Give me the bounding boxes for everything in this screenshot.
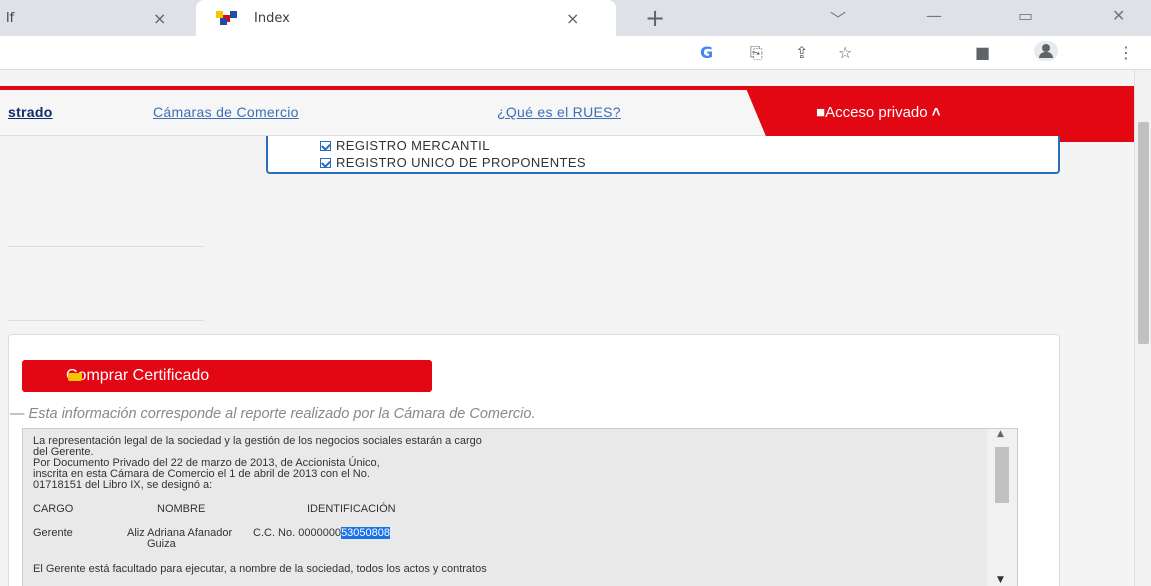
table-cell: Guiza [147, 538, 176, 550]
text-line: 01718151 del Libro IX, se designó a: [33, 479, 213, 491]
checkbox-icon[interactable] [320, 141, 331, 151]
textarea-scroll-thumb[interactable] [995, 447, 1009, 503]
divider [8, 320, 204, 321]
chevron-up-icon: ˄ [931, 104, 941, 121]
menu-icon[interactable]: ⋮ [1118, 43, 1134, 62]
column-header: CARGO [33, 503, 74, 515]
bookmark-star-icon[interactable]: ☆ [838, 43, 852, 62]
web-page: strado Cámaras de Comercio ¿Qué es el RU… [0, 70, 1134, 586]
translate-icon[interactable]: ⎘ [750, 43, 763, 63]
selected-text: 53050808 [341, 527, 391, 539]
certificate-text-area[interactable]: La representación legal de la sociedad y… [22, 428, 1018, 586]
buy-certificate-button[interactable]: Comprar Certificado [22, 360, 432, 392]
sidepanel-icon[interactable]: ■ [975, 43, 990, 62]
text-line: La representación legal de la sociedad y… [33, 435, 482, 447]
profile-icon[interactable] [1034, 41, 1058, 61]
google-icon[interactable]: G [700, 43, 713, 62]
table-cell: C.C. No. 000000053050808 [253, 527, 391, 539]
registry-item[interactable]: REGISTRO UNICO DE PROPONENTES [320, 155, 586, 170]
maximize-icon[interactable]: ▭ [1018, 6, 1033, 25]
checkbox-icon[interactable] [320, 158, 331, 168]
column-header: NOMBRE [157, 503, 206, 515]
tab-search-chevron-icon[interactable]: ﹀ [830, 6, 846, 30]
tab-title: Index [254, 10, 290, 26]
column-header: IDENTIFICACIÓN [307, 503, 396, 515]
new-tab-icon[interactable]: + [645, 4, 665, 32]
share-icon[interactable]: ⇪ [795, 43, 808, 62]
scroll-up-icon[interactable]: ▲ [997, 429, 1004, 439]
text-line: El Gerente está facultado para ejecutar,… [33, 563, 487, 575]
close-tab-icon[interactable]: × [566, 9, 579, 28]
minimize-icon[interactable]: — [926, 6, 942, 25]
page-scrollbar[interactable] [1134, 70, 1151, 586]
registry-item[interactable]: REGISTRO MERCANTIL [320, 138, 490, 153]
nav-rues-link[interactable]: ¿Qué es el RUES? [497, 104, 621, 120]
cart-icon [68, 373, 82, 381]
close-tab-icon[interactable]: × [153, 9, 166, 28]
colombia-favicon-icon [216, 11, 238, 25]
table-cell: Gerente [33, 527, 73, 539]
scroll-down-icon[interactable]: ▼ [997, 575, 1004, 585]
registry-box: REGISTRO MERCANTIL REGISTRO UNICO DE PRO… [266, 136, 1060, 174]
nav-registrado-link[interactable]: strado [8, 104, 53, 120]
close-window-icon[interactable]: ✕ [1112, 6, 1125, 25]
tab-title: lf [6, 10, 15, 26]
tab-strip: lf × Index × + ﹀ — ▭ ✕ [0, 0, 1151, 36]
browser-toolbar: G ⎘ ⇪ ☆ ■ ⋮ [0, 36, 1151, 70]
info-note: — Esta información corresponde al report… [10, 406, 536, 422]
divider [8, 246, 204, 247]
user-icon: ■ [816, 104, 826, 121]
access-private-label[interactable]: ■Acceso privado ˄ [816, 104, 941, 121]
page-scroll-thumb[interactable] [1138, 122, 1149, 344]
tab-previous[interactable]: lf × [0, 0, 195, 36]
textarea-scrollbar[interactable]: ▲ ▼ [987, 429, 1017, 586]
nav-camaras-link[interactable]: Cámaras de Comercio [153, 104, 299, 120]
table-cell: Aliz Adriana Afanador [127, 527, 233, 539]
tab-active[interactable]: Index × [196, 0, 616, 36]
